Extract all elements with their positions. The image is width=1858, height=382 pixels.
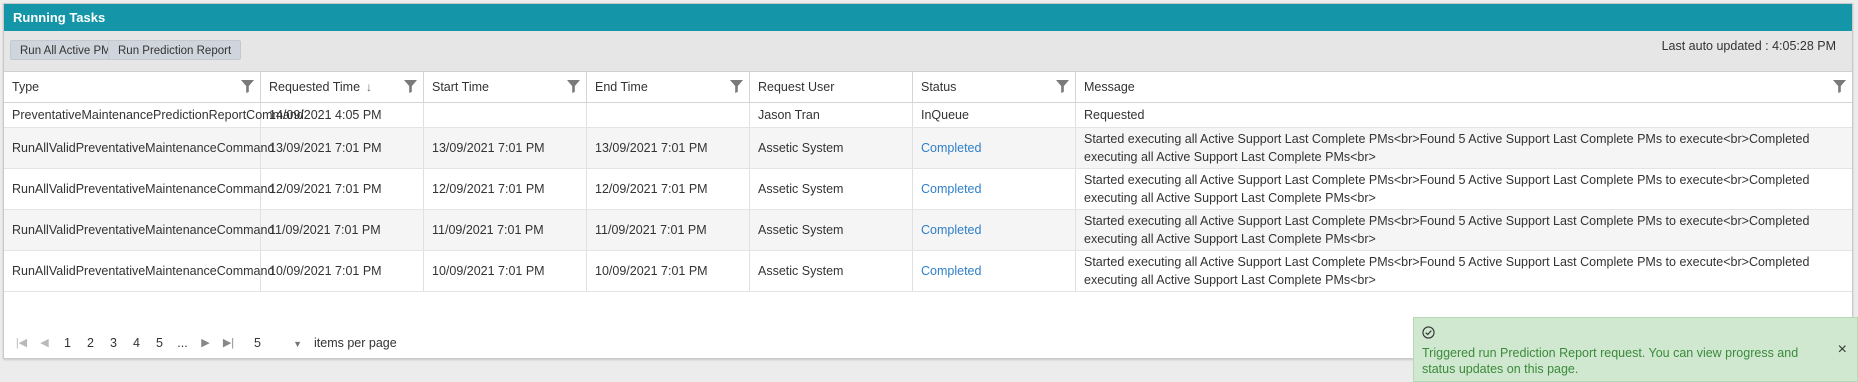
close-icon[interactable]: ×: [1838, 341, 1847, 359]
status-link[interactable]: Completed: [921, 182, 981, 196]
cell-end-time: 12/09/2021 7:01 PM: [587, 169, 750, 209]
filter-icon[interactable]: [241, 80, 254, 93]
table-row[interactable]: RunAllValidPreventativeMaintenanceComman…: [4, 210, 1852, 251]
cell-request-user: Assetic System: [750, 210, 913, 250]
items-per-page-label: items per page: [314, 335, 397, 350]
column-header-message[interactable]: Message: [1076, 72, 1852, 102]
cell-start-time: 13/09/2021 7:01 PM: [424, 128, 587, 168]
column-header-request-user[interactable]: Request User: [750, 72, 913, 102]
status-link[interactable]: Completed: [921, 223, 981, 237]
cell-start-time: 10/09/2021 7:01 PM: [424, 251, 587, 291]
notification-toast: Triggered run Prediction Report request.…: [1413, 317, 1858, 382]
page-button-more[interactable]: ...: [171, 336, 194, 350]
cell-end-time: [587, 103, 750, 127]
column-header-status[interactable]: Status: [913, 72, 1076, 102]
page-button-1[interactable]: 1: [56, 336, 79, 350]
next-page-icon[interactable]: ▶: [194, 336, 217, 349]
last-page-icon[interactable]: ▶|: [217, 336, 240, 349]
check-circle-icon: [1422, 326, 1435, 339]
column-header-start-time[interactable]: Start Time: [424, 72, 587, 102]
page-size-select[interactable]: 5 ▼: [254, 336, 302, 350]
cell-request-user: Assetic System: [750, 169, 913, 209]
page-button-5[interactable]: 5: [148, 336, 171, 350]
cell-message: Started executing all Active Support Las…: [1084, 255, 1810, 287]
table-row[interactable]: PreventativeMaintenancePredictionReportC…: [4, 103, 1852, 128]
table-row[interactable]: RunAllValidPreventativeMaintenanceComman…: [4, 251, 1852, 292]
prev-page-icon[interactable]: ◀: [33, 336, 56, 349]
column-header-end-time[interactable]: End Time: [587, 72, 750, 102]
cell-request-user: Jason Tran: [750, 103, 913, 127]
cell-request-user: Assetic System: [750, 128, 913, 168]
table-row[interactable]: RunAllValidPreventativeMaintenanceComman…: [4, 169, 1852, 210]
grid-header: Type Requested Time ↓ Start Time End Time…: [4, 72, 1852, 103]
caret-down-icon: ▼: [293, 338, 302, 349]
run-prediction-report-button[interactable]: Run Prediction Report: [108, 40, 242, 60]
toolbar: Run All Active PMs Run Prediction Report…: [4, 31, 1852, 72]
status-link[interactable]: Completed: [921, 141, 981, 155]
cell-requested-time: 10/09/2021 7:01 PM: [261, 251, 424, 291]
status-link[interactable]: Completed: [921, 264, 981, 278]
toast-message: Triggered run Prediction Report request.…: [1422, 346, 1799, 376]
filter-icon[interactable]: [404, 80, 417, 93]
table-row[interactable]: RunAllValidPreventativeMaintenanceComman…: [4, 128, 1852, 169]
page-button-3[interactable]: 3: [102, 336, 125, 350]
cell-message: Started executing all Active Support Las…: [1084, 214, 1810, 246]
first-page-icon[interactable]: |◀: [10, 336, 33, 349]
cell-type: RunAllValidPreventativeMaintenanceComman…: [4, 251, 274, 291]
cell-requested-time: 13/09/2021 7:01 PM: [261, 128, 424, 168]
cell-requested-time: 11/09/2021 7:01 PM: [261, 210, 424, 250]
column-header-type[interactable]: Type: [4, 72, 261, 102]
last-updated-text: Last auto updated : 4:05:28 PM: [1661, 39, 1836, 53]
tasks-grid: Type Requested Time ↓ Start Time End Time…: [4, 72, 1852, 292]
column-header-requested-time[interactable]: Requested Time ↓: [261, 72, 424, 102]
cell-message: Requested: [1084, 108, 1145, 122]
cell-type: RunAllValidPreventativeMaintenanceComman…: [4, 128, 274, 168]
filter-icon[interactable]: [567, 80, 580, 93]
cell-request-user: Assetic System: [750, 251, 913, 291]
filter-icon[interactable]: [730, 80, 743, 93]
cell-end-time: 13/09/2021 7:01 PM: [587, 128, 750, 168]
filter-icon[interactable]: [1056, 80, 1069, 93]
cell-status: InQueue: [913, 103, 1076, 127]
cell-start-time: 12/09/2021 7:01 PM: [424, 169, 587, 209]
cell-end-time: 11/09/2021 7:01 PM: [587, 210, 750, 250]
page-button-2[interactable]: 2: [79, 336, 102, 350]
cell-type: PreventativeMaintenancePredictionReportC…: [4, 103, 304, 127]
filter-icon[interactable]: [1833, 80, 1846, 93]
cell-requested-time: 12/09/2021 7:01 PM: [261, 169, 424, 209]
page-button-4[interactable]: 4: [125, 336, 148, 350]
cell-type: RunAllValidPreventativeMaintenanceComman…: [4, 210, 274, 250]
cell-end-time: 10/09/2021 7:01 PM: [587, 251, 750, 291]
cell-requested-time: 14/09/2021 4:05 PM: [261, 103, 424, 127]
cell-message: Started executing all Active Support Las…: [1084, 132, 1810, 164]
running-tasks-panel: Running Tasks Run All Active PMs Run Pre…: [3, 3, 1853, 359]
panel-title: Running Tasks: [4, 4, 1852, 31]
cell-start-time: [424, 103, 587, 127]
cell-message: Started executing all Active Support Las…: [1084, 173, 1810, 205]
cell-type: RunAllValidPreventativeMaintenanceComman…: [4, 169, 274, 209]
sort-down-arrow-icon: ↓: [366, 80, 373, 94]
cell-start-time: 11/09/2021 7:01 PM: [424, 210, 587, 250]
